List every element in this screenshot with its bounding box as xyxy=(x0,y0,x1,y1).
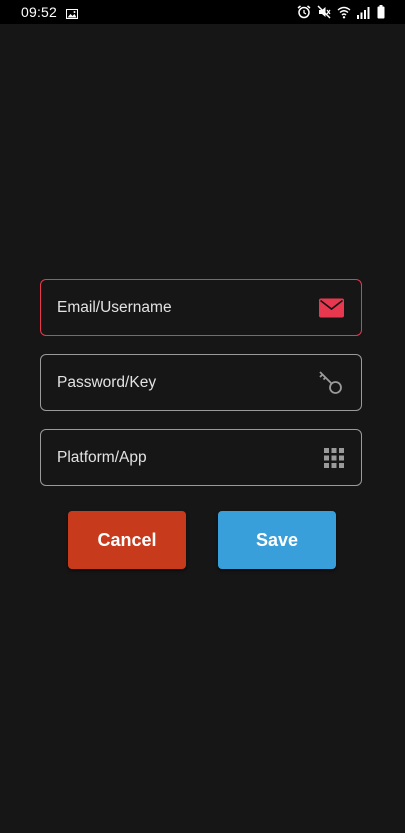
mute-icon xyxy=(317,5,331,19)
gallery-icon xyxy=(66,6,78,24)
status-bar: 09:52 xyxy=(0,0,405,24)
mail-icon xyxy=(319,298,344,317)
save-button[interactable]: Save xyxy=(218,511,336,569)
status-time: 09:52 xyxy=(21,4,58,20)
cancel-button[interactable]: Cancel xyxy=(68,511,186,569)
password-key-label: Password/Key xyxy=(57,373,157,391)
battery-icon xyxy=(377,5,385,19)
key-icon xyxy=(318,370,344,396)
platform-app-label: Platform/App xyxy=(57,448,147,466)
email-username-field[interactable]: Email/Username xyxy=(40,279,362,336)
platform-app-field[interactable]: Platform/App xyxy=(40,429,362,486)
password-key-field[interactable]: Password/Key xyxy=(40,354,362,411)
wifi-icon xyxy=(337,5,351,19)
alarm-icon xyxy=(297,5,311,19)
status-icons xyxy=(297,4,385,20)
grid-icon xyxy=(324,447,344,468)
signal-icon xyxy=(357,6,371,19)
email-username-label: Email/Username xyxy=(57,298,172,316)
